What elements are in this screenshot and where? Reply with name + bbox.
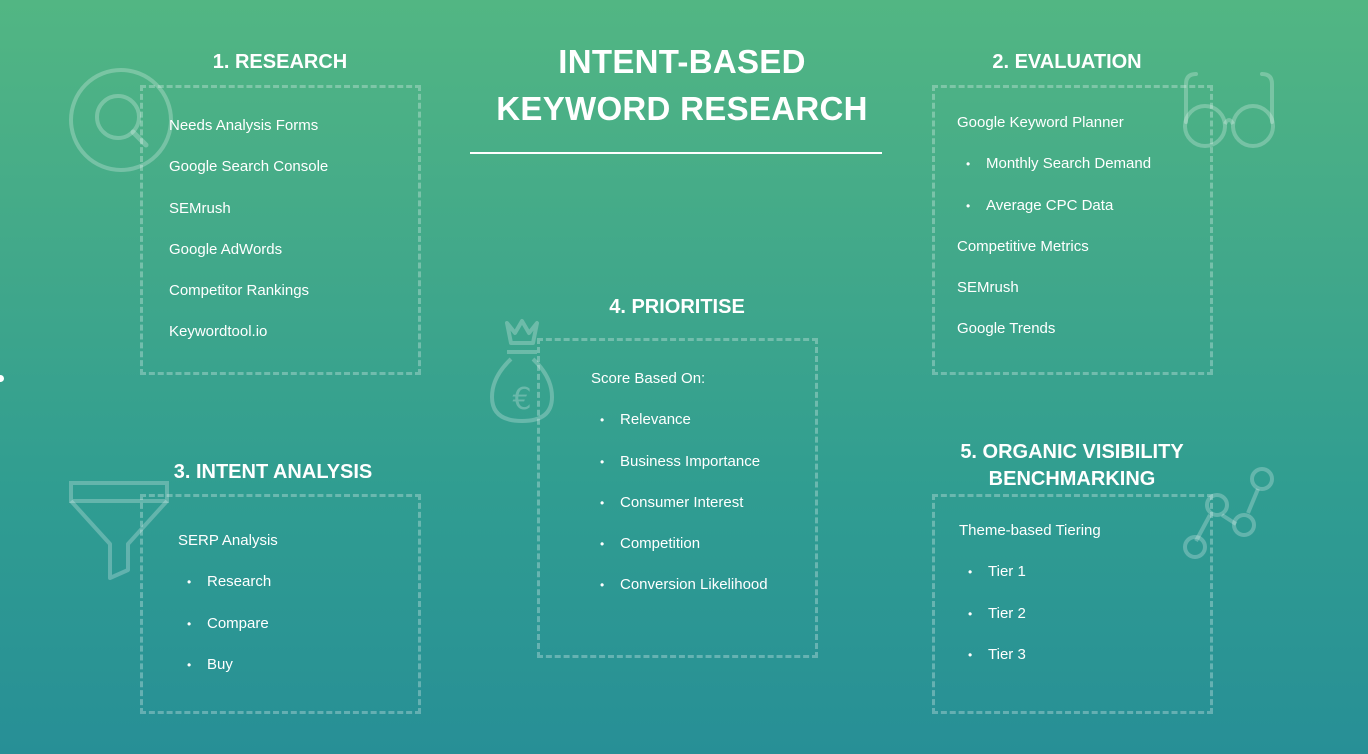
bullet-icon: • — [600, 413, 605, 428]
list-item-text: Business Importance — [620, 452, 761, 470]
list-item-text: Compare — [207, 614, 269, 632]
benchmarking-list: Theme-based Tiering • Tier 1 • Tier 2 • Tier 3 — [959, 521, 1101, 686]
bullet-icon: • — [968, 647, 973, 662]
list-item-text: Monthly Search Demand — [986, 155, 1152, 173]
list-item: • Tier 1 — [959, 562, 1101, 603]
list-item-text: Competition — [620, 535, 701, 553]
list-item: • Monthly Search Demand — [957, 154, 1151, 195]
list-item-text: Theme-based Tiering — [959, 522, 1101, 539]
list-item-text: SERP Analysis — [178, 532, 278, 549]
prioritise-list: Score Based On: • Relevance • Business Impor… — [591, 369, 768, 617]
list-item: Google Trends — [957, 319, 1151, 360]
list-item: • Compare — [178, 614, 278, 655]
list-item: • Competition — [591, 534, 768, 575]
list-item-text: Average CPC Data — [986, 196, 1114, 214]
section-title-benchmarking: 5. ORGANIC VISIBILITY BENCHMARKING — [932, 439, 1212, 493]
list-item: Theme-based Tiering — [959, 521, 1101, 562]
list-item: SEMrush — [957, 278, 1151, 319]
list-item: • Conversion Likelihood — [591, 575, 768, 616]
list-item: Google Keyword Planner — [957, 113, 1151, 154]
list-item: Score Based On: — [591, 369, 768, 410]
section-title-prioritise: 4. PRIORITISE — [609, 296, 745, 318]
title-divider — [470, 152, 882, 154]
list-item-text: Tier 1 — [988, 563, 1026, 581]
page-title: INTENT-BASED KEYWORD RESEARCH — [470, 38, 894, 132]
list-item: • Buy — [178, 655, 278, 696]
bullet-icon: • — [968, 606, 973, 621]
section-title-intent-analysis: 3. INTENT ANALYSIS — [173, 461, 373, 483]
section-title-research: 1. RESEARCH — [212, 51, 348, 73]
list-item-text: Relevance — [620, 411, 691, 429]
bullet-icon: • — [187, 575, 192, 590]
list-item-text: Consumer Interest — [620, 493, 744, 511]
list-item: • Business Importance — [591, 452, 768, 493]
list-item-text: Competitive Metrics — [957, 237, 1089, 255]
list-item-text: Score Based On: — [591, 370, 706, 387]
section-title-benchmarking-line-2: BENCHMARKING — [988, 468, 1156, 490]
page-title-line-2: KEYWORD RESEARCH — [496, 90, 868, 127]
list-item: • Tier 3 — [959, 645, 1101, 686]
bullet-icon: • — [600, 537, 605, 552]
svg-text:€: € — [512, 382, 531, 417]
list-item: • Tier 2 — [959, 604, 1101, 645]
evaluation-list: Google Keyword Planner • Monthly Search De… — [957, 113, 1151, 361]
edge-marker — [0, 375, 4, 382]
list-item-text: Google AdWords — [169, 240, 283, 258]
bullet-icon: • — [600, 454, 605, 469]
list-item: • Average CPC Data — [957, 196, 1151, 237]
list-item-text: SEMrush — [169, 199, 231, 217]
list-item: Google AdWords — [169, 240, 328, 281]
bullet-icon: • — [600, 495, 605, 510]
section-title-benchmarking-line-1: 5. ORGANIC VISIBILITY — [960, 441, 1184, 463]
section-title-evaluation: 2. EVALUATION — [992, 51, 1142, 73]
intent-analysis-list: SERP Analysis • Research • Compare • Buy — [178, 531, 278, 696]
list-item: SEMrush — [169, 199, 328, 240]
list-item: Keywordtool.io — [169, 322, 328, 363]
list-item-text: Google Keyword Planner — [957, 114, 1124, 131]
list-item: Google Search Console — [169, 157, 328, 198]
bullet-icon: • — [966, 198, 971, 213]
list-item-text: Tier 2 — [988, 604, 1026, 622]
list-item: SERP Analysis — [178, 531, 278, 572]
bullet-icon: • — [187, 657, 192, 672]
list-item: • Relevance — [591, 410, 768, 451]
list-item: • Consumer Interest — [591, 493, 768, 534]
list-item-text: Google Search Console — [169, 158, 329, 176]
bullet-icon: • — [966, 157, 971, 172]
list-item-text: Competitor Rankings — [169, 282, 310, 300]
list-item: Competitive Metrics — [957, 237, 1151, 278]
list-item-text: Google Trends — [957, 320, 1056, 338]
list-item-text: Tier 3 — [988, 645, 1026, 663]
list-item: Competitor Rankings — [169, 281, 328, 322]
list-item-text: Conversion Likelihood — [620, 576, 768, 594]
list-item-text: Keywordtool.io — [169, 323, 268, 341]
bullet-icon: • — [968, 565, 973, 580]
list-item-text: SEMrush — [957, 279, 1019, 297]
page-title-line-1: INTENT-BASED — [558, 43, 806, 80]
bullet-icon: • — [600, 578, 605, 593]
list-item-text: Buy — [207, 655, 233, 673]
list-item-text: Needs Analysis Forms — [169, 117, 319, 134]
list-item-text: Research — [207, 573, 272, 591]
bullet-icon: • — [187, 616, 192, 631]
list-item: Needs Analysis Forms — [169, 116, 328, 157]
list-item: • Research — [178, 572, 278, 613]
research-list: Needs Analysis Forms Google Search Consol… — [169, 116, 328, 364]
